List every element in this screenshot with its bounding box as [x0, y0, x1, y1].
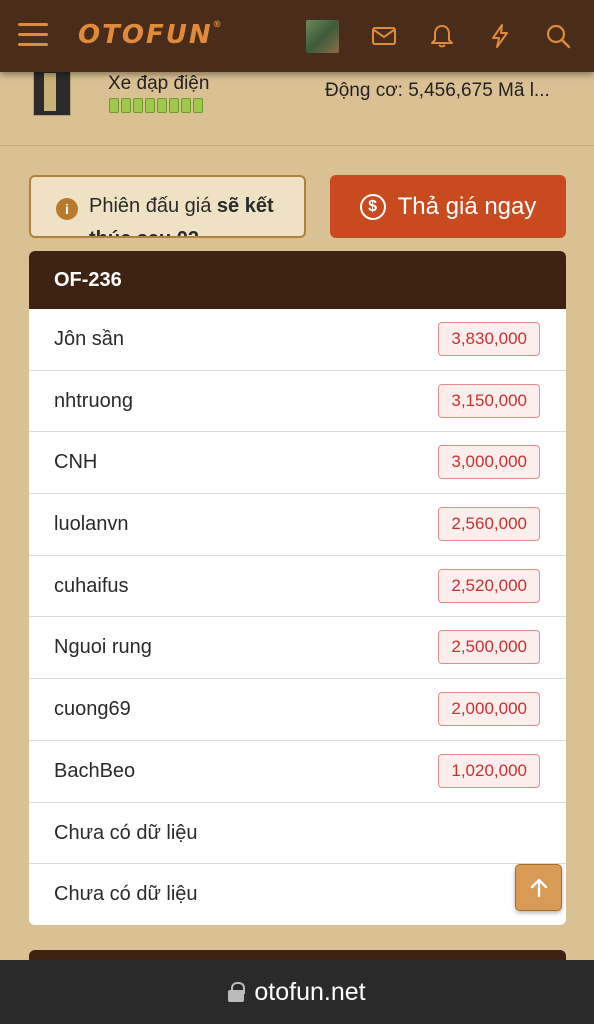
bid-row[interactable]: CNH 3,000,000 — [29, 432, 566, 495]
scroll-to-top-button[interactable] — [515, 864, 562, 911]
bid-amount-badge: 3,150,000 — [438, 383, 540, 418]
bid-row[interactable]: BachBeo 1,020,000 — [29, 741, 566, 803]
bid-list-header: OF-236 — [29, 251, 566, 309]
engine-spec: Động cơ: 5,456,675 Mã l... — [325, 80, 550, 101]
bid-row[interactable]: Nguoi rung 2,500,000 — [29, 617, 566, 680]
place-bid-label: Thả giá ngay — [397, 192, 537, 220]
dollar-icon: $ — [359, 193, 386, 220]
bid-amount-badge: 3,830,000 — [438, 322, 540, 356]
search-icon[interactable] — [544, 22, 572, 50]
bid-amount-badge: 2,520,000 — [438, 568, 540, 603]
auction-end-notice: i Phiên đấu giá sẽ kết thúc sau 02 — [29, 175, 306, 238]
lightning-icon[interactable] — [486, 22, 514, 50]
bidder-name[interactable]: Nguoi rung — [54, 617, 152, 678]
bidder-name[interactable]: Jôn sần — [54, 309, 124, 370]
site-logo[interactable]: OTOFUN® — [78, 20, 224, 52]
info-icon: i — [56, 198, 78, 220]
product-title: Xe đạp điện — [108, 73, 210, 94]
bid-amount-badge: 1,020,000 — [438, 753, 540, 788]
user-avatar[interactable] — [306, 20, 339, 53]
bidder-name[interactable]: Chưa có dữ liệu — [54, 803, 198, 864]
browser-url-bar[interactable]: otofun.net — [0, 960, 594, 1024]
bidder-name[interactable]: Chưa có dữ liệu — [54, 864, 198, 925]
bid-amount-badge: 2,500,000 — [438, 630, 540, 665]
bidder-name[interactable]: CNH — [54, 432, 97, 493]
product-thumbnail[interactable] — [33, 66, 71, 116]
bid-row[interactable]: luolanvn 2,560,000 — [29, 494, 566, 556]
bid-row[interactable]: cuong69 2,000,000 — [29, 679, 566, 741]
bid-amount-badge: 2,000,000 — [438, 692, 540, 727]
bid-list: OF-236 Jôn sần 3,830,000 nhtruong 3,150,000… — [29, 251, 566, 925]
bell-icon[interactable] — [428, 22, 456, 50]
bidder-name[interactable]: BachBeo — [54, 741, 135, 802]
arrow-up-icon — [530, 878, 547, 897]
top-navbar: OTOFUN® — [0, 0, 594, 72]
bid-row[interactable]: Chưa có dữ liệu — [29, 803, 566, 865]
url-text: otofun.net — [254, 977, 366, 1006]
bid-row[interactable]: Jôn sần 3,830,000 — [29, 309, 566, 371]
bidder-name[interactable]: cuhaifus — [54, 556, 129, 617]
rank-indicator — [109, 98, 203, 113]
bid-row[interactable]: nhtruong 3,150,000 — [29, 371, 566, 433]
bidder-name[interactable]: luolanvn — [54, 494, 129, 555]
bidder-name[interactable]: cuong69 — [54, 679, 131, 740]
bid-row[interactable]: cuhaifus 2,520,000 — [29, 556, 566, 618]
bid-amount-badge: 2,560,000 — [438, 507, 540, 542]
menu-icon[interactable] — [18, 23, 48, 49]
bidder-name[interactable]: nhtruong — [54, 371, 133, 432]
bid-amount-badge: 3,000,000 — [438, 445, 540, 480]
lock-icon — [228, 982, 246, 1002]
notice-text: Phiên đấu giá sẽ kết thúc sau 02 — [89, 195, 274, 236]
bid-row[interactable]: Chưa có dữ liệu — [29, 864, 566, 925]
mail-icon[interactable] — [370, 22, 398, 50]
place-bid-button[interactable]: $ Thả giá ngay — [330, 175, 566, 238]
